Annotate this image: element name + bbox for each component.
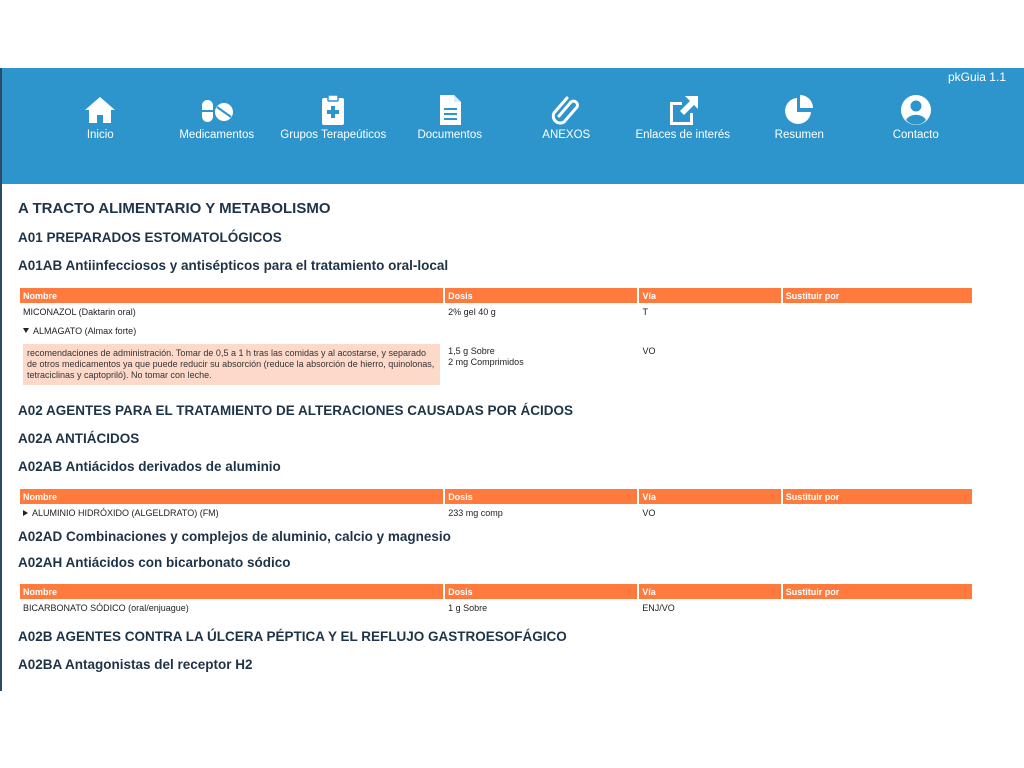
app-frame: pkGuia 1.1 Inicio Medicamentos Grupos Te…: [0, 68, 1024, 691]
column-header-nombre: Nombre: [20, 489, 444, 504]
drug-dose: 233 mg comp: [448, 508, 503, 518]
user-circle-icon: [899, 94, 933, 126]
section-heading: A02AB Antiácidos derivados de aluminio: [18, 459, 281, 474]
drug-route: ENJ/VO: [642, 603, 675, 613]
column-header-nombre: Nombre: [20, 288, 444, 303]
nav-item-anexos[interactable]: ANEXOS: [508, 94, 625, 142]
drug-substitute: [783, 601, 972, 615]
nav-item-contacto[interactable]: Contacto: [858, 94, 975, 142]
pills-icon: [200, 94, 234, 126]
column-header-sustituir: Sustituir por: [782, 584, 972, 599]
drug-route: T: [642, 307, 648, 317]
document-icon: [433, 94, 467, 126]
table-header-row: Nombre Dosis Vía Sustituir por: [20, 584, 972, 599]
nav-item-medicamentos[interactable]: Medicamentos: [159, 94, 276, 142]
column-header-dosis: Dosis: [445, 288, 638, 303]
home-icon: [83, 94, 117, 126]
column-header-via: Vía: [639, 288, 781, 303]
nav-item-enlaces[interactable]: Enlaces de interés: [625, 94, 742, 142]
nav-item-documentos[interactable]: Documentos: [392, 94, 509, 142]
column-header-via: Vía: [639, 489, 781, 504]
paperclip-icon: [549, 94, 583, 126]
section-heading: A02B AGENTES CONTRA LA ÚLCERA PÉPTICA Y …: [18, 629, 567, 644]
nav-label: Medicamentos: [179, 129, 255, 141]
nav-label: Contacto: [892, 129, 939, 141]
section-heading: A02A ANTIÁCIDOS: [18, 431, 140, 446]
drug-table-a02ah: Nombre Dosis Vía Sustituir por BICARBONA…: [18, 582, 974, 617]
drug-name: MICONAZOL (Daktarin oral): [23, 307, 136, 317]
section-heading: A01 PREPARADOS ESTOMATOLÓGICOS: [18, 230, 282, 245]
nav-label: Resumen: [774, 129, 824, 141]
nav-item-grupos-terapeuticos[interactable]: Grupos Terapeúticos: [275, 94, 392, 142]
drug-table-a02ab: Nombre Dosis Vía Sustituir por ALUMINIO …: [18, 487, 974, 522]
main-content: A TRACTO ALIMENTARIO Y METABOLISMO A01 P…: [18, 194, 978, 679]
column-header-sustituir: Sustituir por: [782, 288, 972, 303]
drug-dose: 1 g Sobre: [448, 603, 488, 613]
section-heading: A01AB Antiinfecciosos y antisépticos par…: [18, 258, 449, 273]
drug-name: ALMAGATO (Almax forte): [33, 326, 137, 336]
main-nav: Inicio Medicamentos Grupos Terapeúticos …: [42, 94, 974, 142]
drug-route: VO: [642, 346, 656, 356]
clipboard-medical-icon: [316, 94, 350, 126]
column-header-dosis: Dosis: [445, 489, 638, 504]
drug-dose: 1,5 g Sobre: [448, 346, 495, 356]
drug-substitute: [783, 305, 972, 319]
column-header-nombre: Nombre: [20, 584, 444, 599]
external-link-icon: [666, 94, 700, 126]
nav-item-inicio[interactable]: Inicio: [42, 94, 159, 142]
nav-label: Grupos Terapeúticos: [280, 129, 387, 141]
nav-item-resumen[interactable]: Resumen: [741, 94, 858, 142]
administration-note: recomendaciones de administración. Tomar…: [23, 344, 441, 385]
nav-label: Inicio: [86, 129, 114, 141]
nav-label: ANEXOS: [542, 129, 591, 141]
collapse-triangle-icon[interactable]: [23, 328, 29, 333]
header-bar: pkGuia 1.1 Inicio Medicamentos Grupos Te…: [2, 68, 1024, 184]
expand-triangle-icon[interactable]: [23, 510, 28, 516]
section-heading: A TRACTO ALIMENTARIO Y METABOLISMO: [18, 200, 331, 217]
section-heading: A02AH Antiácidos con bicarbonato sódico: [18, 555, 291, 570]
app-version: pkGuia 1.1: [947, 70, 1006, 84]
drug-table-a01ab: Nombre Dosis Vía Sustituir por MICONAZOL…: [18, 286, 974, 389]
pie-chart-icon: [782, 94, 816, 126]
drug-name: BICARBONATO SÓDICO (oral/enjuague): [23, 603, 189, 613]
drug-substitute: [783, 340, 972, 387]
drug-dose: 2% gel 40 g: [448, 307, 496, 317]
nav-label: Documentos: [417, 129, 483, 141]
drug-route: VO: [642, 508, 656, 518]
table-row-detail: recomendaciones de administración. Tomar…: [20, 340, 972, 387]
column-header-via: Vía: [639, 584, 781, 599]
section-heading: A02BA Antagonistas del receptor H2: [18, 657, 253, 672]
column-header-sustituir: Sustituir por: [782, 489, 972, 504]
drug-name: ALUMINIO HIDRÓXIDO (ALGELDRATO) (FM): [32, 508, 219, 518]
drug-dose: 2 mg Comprimidos: [448, 357, 524, 367]
table-row-expanded[interactable]: ALMAGATO (Almax forte): [20, 321, 972, 338]
drug-substitute: [783, 506, 972, 520]
column-header-dosis: Dosis: [445, 584, 638, 599]
table-row[interactable]: BICARBONATO SÓDICO (oral/enjuague) 1 g S…: [20, 601, 972, 615]
table-row[interactable]: MICONAZOL (Daktarin oral) 2% gel 40 g T: [20, 305, 972, 319]
section-heading: A02 AGENTES PARA EL TRATAMIENTO DE ALTER…: [18, 403, 574, 418]
table-header-row: Nombre Dosis Vía Sustituir por: [20, 288, 972, 303]
table-header-row: Nombre Dosis Vía Sustituir por: [20, 489, 972, 504]
section-heading: A02AD Combinaciones y complejos de alumi…: [18, 529, 451, 544]
nav-label: Enlaces de interés: [635, 129, 731, 141]
table-row[interactable]: ALUMINIO HIDRÓXIDO (ALGELDRATO) (FM) 233…: [20, 506, 972, 520]
